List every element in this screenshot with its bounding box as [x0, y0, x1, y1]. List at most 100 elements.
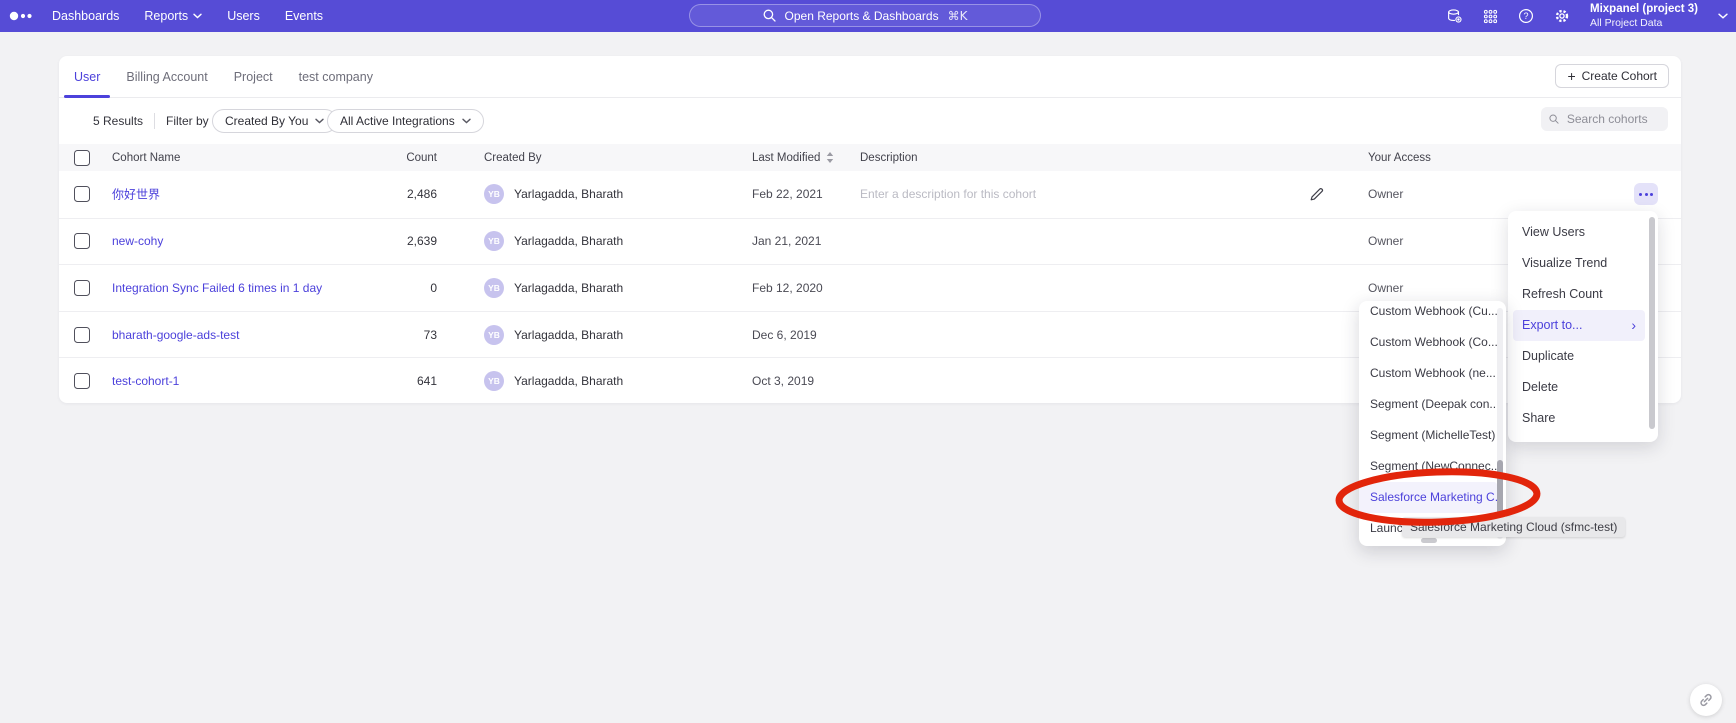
header-your-access: Your Access [1368, 152, 1431, 164]
export-options-list: Custom Webhook (Cu... Custom Webhook (Co… [1359, 301, 1506, 544]
integrations-filter-dropdown[interactable]: All Active Integrations [327, 109, 484, 133]
integration-tooltip: Salesforce Marketing Cloud (sfmc-test) [1402, 517, 1625, 537]
cohort-count: 0 [349, 281, 437, 295]
submenu-item-segment-deepak[interactable]: Segment (Deepak con... [1359, 389, 1506, 420]
tab-test-company[interactable]: test company [286, 56, 386, 97]
chevron-down-icon [462, 118, 471, 124]
search-icon [1549, 113, 1559, 125]
submenu-item-custom-webhook-3[interactable]: Custom Webhook (ne... [1359, 358, 1506, 389]
data-management-icon[interactable] [1446, 8, 1463, 25]
search-cohorts-field[interactable] [1541, 107, 1668, 131]
chevron-down-icon [193, 13, 202, 19]
app-canvas: Dashboards Reports Users Events Open Rep… [0, 0, 1736, 723]
row-checkbox[interactable] [74, 186, 90, 202]
select-all-checkbox[interactable] [74, 150, 90, 166]
create-cohort-label: Create Cohort [1582, 69, 1657, 83]
created-by-name: Yarlagadda, Bharath [514, 234, 623, 248]
header-count: Count [349, 152, 437, 164]
create-cohort-button[interactable]: + Create Cohort [1555, 64, 1669, 88]
row-checkbox[interactable] [74, 233, 90, 249]
submenu-item-salesforce-marketing-cloud[interactable]: Salesforce Marketing C... [1359, 482, 1497, 513]
table-header: Cohort Name Count Created By Last Modifi… [59, 144, 1681, 171]
context-menu-scrollbar[interactable] [1649, 217, 1655, 429]
created-by-name: Yarlagadda, Bharath [514, 187, 623, 201]
help-icon[interactable]: ? [1518, 8, 1534, 24]
cohort-tabs-row: User Billing Account Project test compan… [59, 56, 1681, 98]
cohort-name-link[interactable]: new-cohy [112, 234, 163, 248]
search-cohorts-input[interactable] [1565, 111, 1660, 127]
submenu-chevron-right-icon: › [1631, 310, 1636, 341]
submenu-scroll-indicator [1421, 538, 1437, 543]
row-checkbox[interactable] [74, 280, 90, 296]
submenu-item-segment-michelletest[interactable]: Segment (MichelleTest) [1359, 420, 1506, 451]
settings-gear-icon[interactable] [1554, 8, 1570, 24]
nav-item-label: Users [227, 9, 260, 23]
chevron-down-icon [1718, 13, 1728, 19]
project-selector[interactable]: Mixpanel (project 3) All Project Data [1590, 3, 1698, 29]
avatar: YB [484, 371, 504, 391]
cohort-count: 73 [349, 328, 437, 342]
tab-billing-account[interactable]: Billing Account [113, 56, 220, 97]
filter-by-label: Filter by [166, 114, 209, 128]
divider [154, 113, 155, 129]
last-modified-date: Feb 22, 2021 [752, 187, 823, 201]
submenu-item-segment-newconnec[interactable]: Segment (NewConnec... [1359, 451, 1506, 482]
nav-item-events[interactable]: Events [285, 9, 323, 23]
last-modified-date: Oct 3, 2019 [752, 374, 814, 388]
created-by-name: Yarlagadda, Bharath [514, 281, 623, 295]
access-level: Owner [1368, 234, 1403, 248]
mixpanel-logo-icon[interactable] [9, 8, 37, 29]
menu-item-refresh-count[interactable]: Refresh Count [1508, 279, 1658, 310]
avatar: YB [484, 278, 504, 298]
nav-item-label: Events [285, 9, 323, 23]
nav-item-dashboards[interactable]: Dashboards [52, 9, 119, 23]
row-actions-ellipsis-button[interactable] [1634, 183, 1658, 205]
search-icon [763, 9, 776, 22]
menu-item-share[interactable]: Share [1508, 403, 1658, 434]
avatar: YB [484, 231, 504, 251]
sort-icon [826, 152, 834, 163]
link-icon [1698, 692, 1714, 708]
global-search-bar[interactable]: Open Reports & Dashboards ⌘K [689, 4, 1041, 27]
search-shortcut-hint: ⌘K [948, 9, 968, 23]
row-checkbox[interactable] [74, 327, 90, 343]
menu-item-export-to[interactable]: Export to... › [1513, 310, 1645, 341]
table-row: new-cohy 2,639 YB Yarlagadda, Bharath Ja… [59, 218, 1681, 265]
edit-description-pencil-icon[interactable] [1309, 186, 1325, 202]
created-by-filter-dropdown[interactable]: Created By You [212, 109, 337, 133]
cohort-count: 641 [349, 374, 437, 388]
nav-item-reports[interactable]: Reports [144, 9, 202, 23]
submenu-item-custom-webhook-1[interactable]: Custom Webhook (Cu... [1359, 301, 1506, 327]
cohort-name-link[interactable]: bharath-google-ads-test [112, 328, 239, 342]
access-level: Owner [1368, 187, 1403, 201]
tab-project[interactable]: Project [221, 56, 286, 97]
submenu-scrollbar-thumb[interactable] [1497, 460, 1503, 518]
filter-bar: 5 Results Filter by Created By You All A… [59, 98, 1681, 144]
results-count: 5 Results [93, 114, 143, 128]
integrations-filter-label: All Active Integrations [340, 114, 455, 128]
top-navbar: Dashboards Reports Users Events Open Rep… [0, 0, 1736, 32]
apps-grid-icon[interactable] [1483, 9, 1498, 24]
avatar: YB [484, 325, 504, 345]
row-checkbox[interactable] [74, 373, 90, 389]
last-modified-date: Feb 12, 2020 [752, 281, 823, 295]
description-placeholder[interactable]: Enter a description for this cohort [860, 187, 1036, 201]
cohort-name-link[interactable]: Integration Sync Failed 6 times in 1 day [112, 281, 322, 295]
tab-user[interactable]: User [61, 56, 113, 97]
menu-item-view-users[interactable]: View Users [1508, 217, 1658, 248]
nav-item-users[interactable]: Users [227, 9, 260, 23]
menu-item-visualize-trend[interactable]: Visualize Trend [1508, 248, 1658, 279]
share-link-floating-button[interactable] [1690, 684, 1722, 716]
created-by-filter-label: Created By You [225, 114, 308, 128]
project-name: Mixpanel (project 3) [1590, 3, 1698, 17]
header-last-modified[interactable]: Last Modified [752, 152, 834, 164]
cohort-type-tabs: User Billing Account Project test compan… [59, 56, 1681, 97]
cohort-name-link[interactable]: test-cohort-1 [112, 374, 179, 388]
header-last-modified-label: Last Modified [752, 152, 820, 164]
menu-item-delete[interactable]: Delete [1508, 372, 1658, 403]
cohort-count: 2,639 [349, 234, 437, 248]
submenu-item-custom-webhook-2[interactable]: Custom Webhook (Co... [1359, 327, 1506, 358]
menu-item-duplicate[interactable]: Duplicate [1508, 341, 1658, 372]
cohort-name-link[interactable]: 你好世界 [112, 186, 160, 203]
plus-icon: + [1567, 69, 1575, 83]
